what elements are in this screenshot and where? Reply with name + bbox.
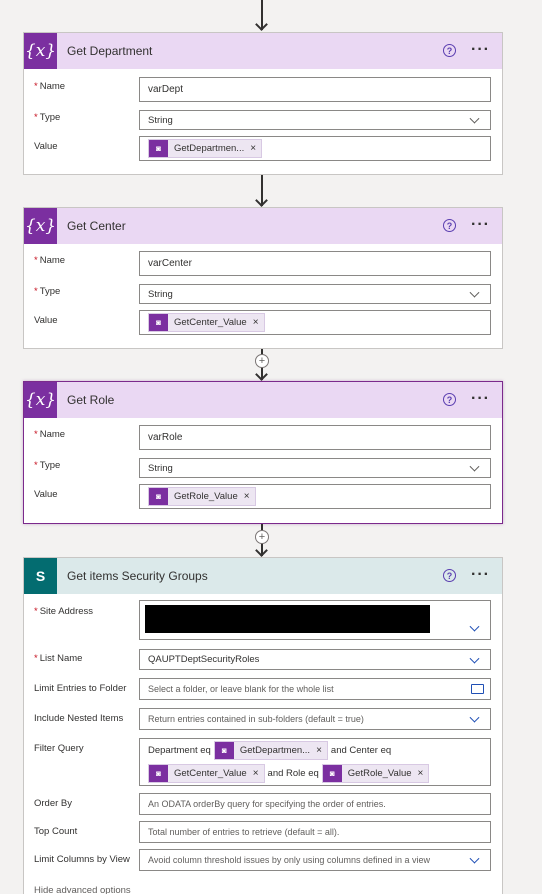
- variable-icon: {x}: [24, 33, 57, 69]
- dynamic-token[interactable]: ◙ GetDepartmen... ×: [148, 139, 263, 158]
- power-apps-token-icon: ◙: [149, 765, 168, 782]
- add-step-plus-icon[interactable]: +: [255, 530, 269, 544]
- limit-folder-input[interactable]: Select a folder, or leave blank for the …: [139, 678, 491, 700]
- action-card-get-department[interactable]: {x} Get Department ? ··· * Name varDept *…: [23, 32, 503, 175]
- redacted-block: [145, 605, 430, 633]
- card-title: Get items Security Groups: [67, 569, 208, 583]
- more-icon[interactable]: ···: [471, 216, 490, 234]
- chevron-down-icon: [469, 621, 480, 632]
- nested-items-select[interactable]: Return entries contained in sub-folders …: [139, 708, 491, 730]
- type-label: * Type: [34, 112, 61, 123]
- nested-items-label: Include Nested Items: [34, 713, 124, 724]
- filter-query-input[interactable]: Department eq ◙ GetDepartmen... × and Cent…: [139, 738, 491, 786]
- name-input[interactable]: varRole: [139, 425, 491, 450]
- top-count-label: Top Count: [34, 826, 78, 837]
- filter-text: and Center eq: [330, 745, 392, 756]
- value-label: Value: [34, 315, 58, 326]
- card-header[interactable]: {x} Get Department ? ···: [24, 33, 502, 69]
- chevron-down-icon: [469, 653, 480, 664]
- card-title: Get Role: [67, 393, 115, 407]
- value-label: Value: [34, 489, 58, 500]
- order-by-label: Order By: [34, 798, 73, 809]
- dynamic-token[interactable]: ◙ GetRole_Value ×: [321, 764, 430, 783]
- chevron-down-icon: [469, 853, 480, 864]
- power-apps-token-icon: ◙: [149, 314, 168, 331]
- remove-x-icon[interactable]: ×: [418, 768, 424, 779]
- help-icon[interactable]: ?: [443, 393, 456, 406]
- remove-x-icon[interactable]: ×: [316, 745, 322, 756]
- name-label: * Name: [34, 429, 66, 440]
- power-apps-token-icon: ◙: [149, 140, 168, 157]
- action-card-get-center[interactable]: {x} Get Center ? ··· * Name varCenter * Ty…: [23, 207, 503, 349]
- help-icon[interactable]: ?: [443, 44, 456, 57]
- chevron-down-icon: [469, 113, 480, 124]
- remove-x-icon[interactable]: ×: [244, 491, 250, 502]
- name-label: * Name: [34, 81, 66, 92]
- card-header[interactable]: {x} Get Role ? ···: [24, 382, 502, 418]
- power-apps-token-icon: ◙: [322, 765, 342, 782]
- connector-arrowhead: [255, 544, 268, 557]
- variable-icon: {x}: [24, 382, 57, 418]
- type-select[interactable]: String: [139, 284, 491, 304]
- card-header[interactable]: S Get items Security Groups ? ···: [24, 558, 502, 594]
- power-apps-token-icon: ◙: [214, 742, 234, 759]
- help-icon[interactable]: ?: [443, 219, 456, 232]
- value-input[interactable]: ◙ GetRole_Value ×: [139, 484, 491, 509]
- hide-advanced-options-link[interactable]: Hide advanced options: [34, 885, 131, 894]
- action-card-get-items[interactable]: S Get items Security Groups ? ··· * Site …: [23, 557, 503, 894]
- site-address-select[interactable]: [139, 600, 491, 640]
- type-label: * Type: [34, 460, 61, 471]
- dynamic-token[interactable]: ◙ GetCenter_Value ×: [148, 764, 265, 783]
- name-input[interactable]: varDept: [139, 77, 491, 102]
- type-label: * Type: [34, 286, 61, 297]
- dynamic-token[interactable]: ◙ GetRole_Value ×: [148, 487, 256, 506]
- folder-icon[interactable]: [471, 684, 484, 694]
- filter-text: Department eq: [148, 745, 211, 756]
- more-icon[interactable]: ···: [471, 41, 490, 59]
- name-input[interactable]: varCenter: [139, 251, 491, 276]
- value-input[interactable]: ◙ GetCenter_Value ×: [139, 310, 491, 335]
- card-title: Get Center: [67, 219, 126, 233]
- card-header[interactable]: {x} Get Center ? ···: [24, 208, 502, 244]
- help-icon[interactable]: ?: [443, 569, 456, 582]
- chevron-down-icon: [469, 712, 480, 723]
- more-icon[interactable]: ···: [471, 566, 490, 584]
- more-icon[interactable]: ···: [471, 390, 490, 408]
- power-apps-token-icon: ◙: [149, 488, 168, 505]
- value-label: Value: [34, 141, 58, 152]
- filter-query-label: Filter Query: [34, 743, 84, 754]
- connector-arrowhead: [255, 18, 268, 31]
- connector-arrowhead: [255, 368, 268, 381]
- connector-arrowhead: [255, 194, 268, 207]
- remove-x-icon[interactable]: ×: [253, 768, 259, 779]
- value-input[interactable]: ◙ GetDepartmen... ×: [139, 136, 491, 161]
- list-name-label: * List Name: [34, 653, 83, 664]
- add-step-plus-icon[interactable]: +: [255, 354, 269, 368]
- name-label: * Name: [34, 255, 66, 266]
- type-select[interactable]: String: [139, 110, 491, 130]
- limit-columns-label: Limit Columns by View: [34, 854, 130, 865]
- type-select[interactable]: String: [139, 458, 491, 478]
- top-count-input[interactable]: Total number of entries to retrieve (def…: [139, 821, 491, 843]
- remove-x-icon[interactable]: ×: [253, 317, 259, 328]
- filter-text: and Role eq: [267, 768, 319, 779]
- chevron-down-icon: [469, 287, 480, 298]
- remove-x-icon[interactable]: ×: [250, 143, 256, 154]
- order-by-input[interactable]: An ODATA orderBy query for specifying th…: [139, 793, 491, 815]
- action-card-get-role[interactable]: {x} Get Role ? ··· * Name varRole * Type S…: [23, 381, 503, 524]
- sharepoint-icon: S: [24, 558, 57, 594]
- variable-icon: {x}: [24, 208, 57, 244]
- site-address-label: * Site Address: [34, 606, 94, 617]
- dynamic-token[interactable]: ◙ GetDepartmen... ×: [213, 741, 328, 760]
- list-name-select[interactable]: QAUPTDeptSecurityRoles: [139, 649, 491, 670]
- card-title: Get Department: [67, 44, 153, 58]
- dynamic-token[interactable]: ◙ GetCenter_Value ×: [148, 313, 265, 332]
- limit-columns-select[interactable]: Avoid column threshold issues by only us…: [139, 849, 491, 871]
- chevron-down-icon: [469, 461, 480, 472]
- limit-folder-label: Limit Entries to Folder: [34, 683, 127, 694]
